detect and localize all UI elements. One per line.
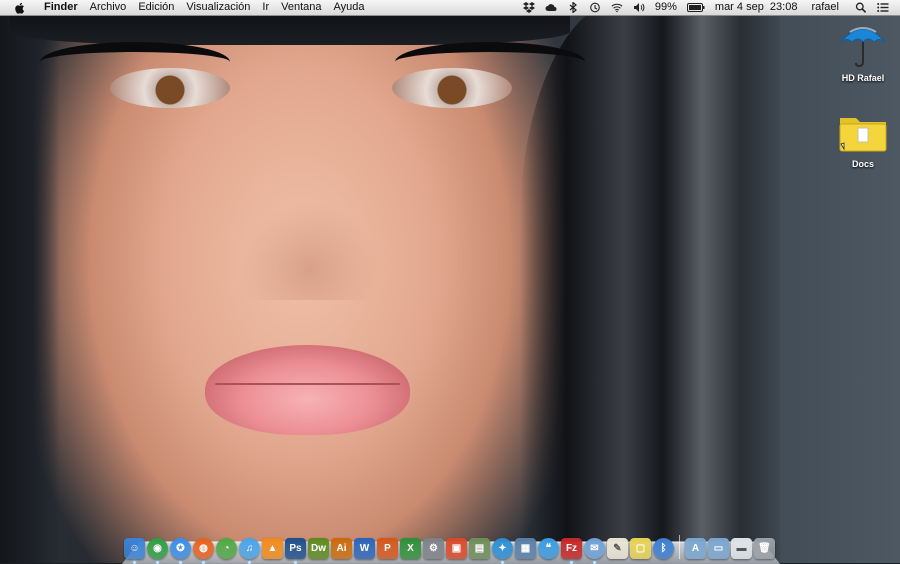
- umbrella-drive-icon: [838, 22, 888, 70]
- preview-icon[interactable]: ▤: [469, 538, 490, 559]
- trash-icon[interactable]: 🗑: [754, 538, 775, 559]
- menu-ventana[interactable]: Ventana: [275, 0, 327, 15]
- dock-glyph: ▦: [520, 543, 531, 554]
- dock-glyph: ✪: [176, 543, 185, 554]
- dock-glyph: Ps: [289, 543, 302, 554]
- dropbox-icon[interactable]: [518, 2, 540, 13]
- firefox-icon[interactable]: ◍: [193, 538, 214, 564]
- menu-edicion[interactable]: Edición: [132, 0, 180, 15]
- excel-icon[interactable]: X: [400, 538, 421, 559]
- desktop-icon-label: HD Rafael: [841, 73, 885, 83]
- dock: ☺ ◉ ✪ ◍ ◔ ♫ ▲ Ps Dw Ai W P X ⚙ ▣ ▤ ✦ ▦ ❝ Fz ✉ ✎ ▢ ᛒ A ▭ ▬ 🗑: [124, 533, 775, 564]
- wallpaper-lips: [205, 345, 410, 435]
- dock-glyph: ❝: [545, 543, 552, 554]
- folder-icon: [838, 108, 888, 156]
- user-name[interactable]: rafael: [806, 0, 844, 15]
- dock-glyph: 🗑: [758, 543, 771, 554]
- volume-icon[interactable]: [628, 2, 650, 13]
- safari-icon[interactable]: ✪: [170, 538, 191, 564]
- wallpaper-hair-right: [520, 0, 780, 563]
- applications-folder-icon[interactable]: A: [685, 538, 706, 559]
- wallpaper-eye-right: [392, 68, 512, 108]
- dock-glyph: ▬: [736, 543, 747, 554]
- battery-percentage[interactable]: 99%: [650, 0, 682, 15]
- dock-glyph: ᛒ: [660, 543, 667, 554]
- spotlight-icon[interactable]: [850, 2, 872, 13]
- dock-separator: [679, 535, 680, 559]
- dock-glyph: ▢: [635, 543, 646, 554]
- dock-glyph: Ai: [336, 543, 347, 554]
- iphoto-icon[interactable]: ▦: [515, 538, 536, 559]
- bluetooth-status-icon[interactable]: [562, 2, 584, 13]
- mail-icon[interactable]: ✉: [584, 538, 605, 564]
- illustrator-icon[interactable]: Ai: [331, 538, 352, 559]
- dock-glyph: ♫: [245, 543, 254, 554]
- word-icon[interactable]: W: [354, 538, 375, 559]
- menu-app-name[interactable]: Finder: [38, 0, 84, 15]
- dock-glyph: X: [407, 543, 414, 554]
- status-area: 99% mar 4 sep 23:08 rafael: [518, 0, 900, 15]
- dreamweaver-icon[interactable]: Dw: [308, 538, 329, 559]
- transmission-icon[interactable]: ▣: [446, 538, 467, 559]
- stickies-icon[interactable]: ▢: [630, 538, 651, 559]
- dock-glyph: ▤: [474, 543, 485, 554]
- adium-icon[interactable]: ◔: [216, 538, 237, 559]
- menu-ayuda[interactable]: Ayuda: [328, 0, 371, 15]
- dock-glyph: ◔: [223, 543, 230, 554]
- menu-ir[interactable]: Ir: [256, 0, 275, 15]
- documents-folder-icon[interactable]: ▭: [708, 538, 729, 559]
- menu-visualizacion[interactable]: Visualización: [180, 0, 256, 15]
- desktop-icon-docs[interactable]: Docs: [828, 108, 898, 169]
- dock-glyph: Fz: [565, 543, 578, 554]
- dock-glyph: ▣: [451, 543, 462, 554]
- bluetooth-icon[interactable]: ᛒ: [653, 538, 674, 559]
- time-machine-icon[interactable]: [584, 2, 606, 13]
- dock-glyph: A: [691, 543, 700, 554]
- textedit-icon[interactable]: ✎: [607, 538, 628, 559]
- dock-glyph: ◍: [199, 543, 208, 554]
- dock-glyph: ✦: [498, 543, 507, 554]
- menu-bar: Finder Archivo Edición Visualización Ir …: [0, 0, 900, 16]
- chrome-icon[interactable]: ◉: [147, 538, 168, 564]
- dock-glyph: Dw: [311, 543, 326, 554]
- powerpoint-icon[interactable]: P: [377, 538, 398, 559]
- dock-glyph: ✎: [613, 543, 622, 554]
- photoshop-icon[interactable]: Ps: [285, 538, 306, 564]
- notification-center-icon[interactable]: [872, 2, 894, 13]
- desktop-icon-hd-rafael[interactable]: HD Rafael: [828, 22, 898, 83]
- wifi-icon[interactable]: [606, 2, 628, 13]
- filezilla-icon[interactable]: Fz: [561, 538, 582, 564]
- finder-icon[interactable]: ☺: [124, 538, 145, 564]
- apple-menu-icon[interactable]: [12, 2, 26, 14]
- downloads-stack-icon[interactable]: ▬: [731, 538, 752, 559]
- cloud-icon[interactable]: [540, 2, 562, 13]
- dock-glyph: ▲: [267, 543, 278, 554]
- dock-glyph: W: [359, 543, 370, 554]
- battery-icon[interactable]: [682, 2, 710, 13]
- wallpaper-nose: [240, 200, 380, 300]
- dock-glyph: ▭: [713, 543, 724, 554]
- messages-icon[interactable]: ❝: [538, 538, 559, 559]
- dock-glyph: ☺: [129, 543, 140, 554]
- dock-glyph: ✉: [590, 543, 599, 554]
- dock-glyph: P: [384, 543, 391, 554]
- desktop-icon-label: Docs: [851, 159, 874, 169]
- wallpaper-eye-left: [110, 68, 230, 108]
- dock-glyph: ⚙: [429, 543, 438, 554]
- itunes-icon[interactable]: ♫: [239, 538, 260, 564]
- clock[interactable]: mar 4 sep 23:08: [710, 0, 803, 15]
- desktop-wallpaper: [0, 0, 900, 563]
- menu-archivo[interactable]: Archivo: [84, 0, 133, 15]
- twitter-icon[interactable]: ✦: [492, 538, 513, 564]
- system-preferences-icon[interactable]: ⚙: [423, 538, 444, 559]
- dock-glyph: ◉: [153, 543, 162, 554]
- wallpaper-hair-left: [0, 0, 60, 563]
- vlc-icon[interactable]: ▲: [262, 538, 283, 559]
